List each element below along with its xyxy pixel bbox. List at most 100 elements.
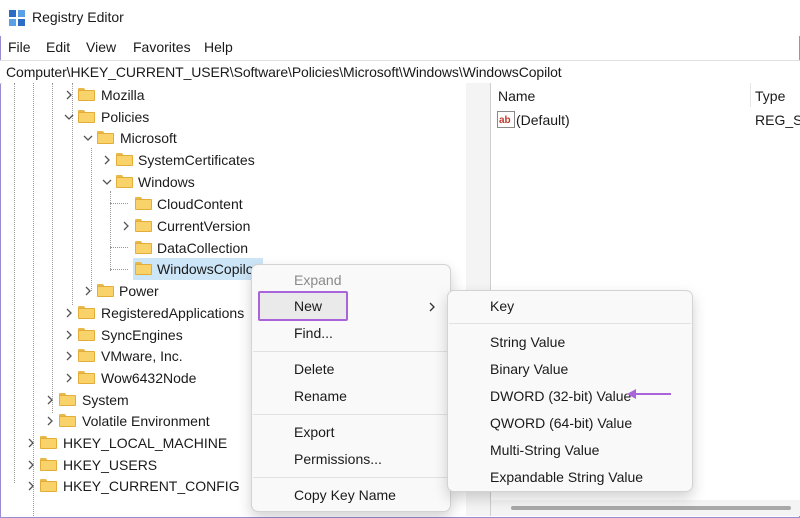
tree-node-label: System bbox=[82, 392, 129, 408]
folder-icon bbox=[78, 306, 95, 319]
svg-text:ab: ab bbox=[499, 115, 511, 126]
menu-edit[interactable]: Edit bbox=[46, 39, 70, 55]
folder-icon bbox=[116, 153, 133, 166]
tree-node-label: CurrentVersion bbox=[157, 218, 251, 234]
tree-guide-line bbox=[110, 203, 128, 204]
tree-node-label: SystemCertificates bbox=[138, 152, 255, 168]
scrollbar-thumb[interactable] bbox=[511, 506, 791, 510]
chevron-right-icon[interactable] bbox=[64, 90, 74, 100]
chevron-down-icon[interactable] bbox=[102, 177, 112, 187]
submenu-multi-string-value[interactable]: Multi-String Value bbox=[448, 437, 692, 463]
chevron-right-icon[interactable] bbox=[45, 416, 55, 426]
tree-node-label: Microsoft bbox=[120, 130, 177, 146]
folder-icon bbox=[40, 436, 57, 449]
tree-node-label: Windows bbox=[138, 174, 195, 190]
tree-node-windowscopilot[interactable]: WindowsCopilot bbox=[133, 258, 263, 280]
chevron-right-icon[interactable] bbox=[64, 373, 74, 383]
chevron-down-icon[interactable] bbox=[83, 133, 93, 143]
chevron-right-icon bbox=[429, 302, 435, 312]
folder-icon bbox=[78, 88, 95, 101]
tree-node-label: Volatile Environment bbox=[82, 413, 210, 429]
chevron-down-icon[interactable] bbox=[64, 112, 74, 122]
folder-icon bbox=[40, 479, 57, 492]
folder-icon bbox=[59, 414, 76, 427]
tree-node-label: HKEY_LOCAL_MACHINE bbox=[63, 435, 228, 451]
folder-icon bbox=[135, 241, 152, 254]
folder-icon bbox=[40, 458, 57, 471]
submenu-qword-value[interactable]: QWORD (64-bit) Value bbox=[448, 410, 692, 436]
tree-guide-line bbox=[110, 269, 128, 270]
tree-node-label: Power bbox=[119, 283, 159, 299]
tree-node-label: HKEY_CURRENT_CONFIG bbox=[63, 478, 240, 494]
tree-node-label: WindowsCopilot bbox=[157, 261, 258, 277]
tree-node-label: DataCollection bbox=[157, 240, 249, 256]
chevron-right-icon[interactable] bbox=[121, 221, 131, 231]
menu-separator bbox=[449, 323, 691, 324]
context-menu-export[interactable]: Export bbox=[252, 419, 450, 445]
menu-separator bbox=[253, 351, 449, 352]
context-menu-delete[interactable]: Delete bbox=[252, 356, 450, 382]
menu-help[interactable]: Help bbox=[204, 39, 233, 55]
tree-node-label: SyncEngines bbox=[101, 327, 183, 343]
context-menu-find[interactable]: Find... bbox=[252, 320, 450, 346]
context-menu: Expand New Find... Delete Rename Export … bbox=[251, 264, 451, 512]
folder-icon bbox=[78, 371, 95, 384]
submenu-binary-value[interactable]: Binary Value bbox=[448, 356, 692, 382]
chevron-right-icon[interactable] bbox=[102, 155, 112, 165]
context-menu-new[interactable]: New bbox=[252, 293, 450, 319]
window-title: Registry Editor bbox=[32, 9, 124, 25]
menu-bar: File Edit View Favorites Help bbox=[0, 36, 800, 60]
chevron-right-icon[interactable] bbox=[26, 460, 36, 470]
tree-node-label: HKEY_USERS bbox=[63, 457, 158, 473]
chevron-right-icon[interactable] bbox=[64, 308, 74, 318]
folder-icon bbox=[116, 175, 133, 188]
tree-node-label: CloudContent bbox=[157, 196, 243, 212]
chevron-right-icon[interactable] bbox=[64, 351, 74, 361]
submenu-expandable-string-value[interactable]: Expandable String Value bbox=[448, 464, 692, 490]
tree-guide-line bbox=[110, 247, 128, 248]
folder-icon bbox=[78, 110, 95, 123]
value-row-default[interactable]: ab (Default) REG_SZ bbox=[497, 109, 800, 131]
column-header-type[interactable]: Type bbox=[755, 88, 785, 104]
address-bar[interactable]: Computer\HKEY_CURRENT_USER\Software\Poli… bbox=[0, 60, 800, 84]
folder-icon bbox=[78, 328, 95, 341]
chevron-right-icon[interactable] bbox=[26, 438, 36, 448]
tree-node-label: Policies bbox=[101, 109, 150, 125]
value-name: (Default) bbox=[516, 112, 570, 128]
menu-view[interactable]: View bbox=[86, 39, 116, 55]
column-header-name[interactable]: Name bbox=[498, 88, 535, 104]
menu-file[interactable]: File bbox=[8, 39, 31, 55]
context-menu-permissions[interactable]: Permissions... bbox=[252, 446, 450, 472]
value-type: REG_SZ bbox=[755, 112, 800, 128]
folder-icon bbox=[135, 197, 152, 210]
folder-icon bbox=[97, 131, 114, 144]
annotation-arrow-icon bbox=[627, 389, 671, 399]
chevron-right-icon[interactable] bbox=[45, 395, 55, 405]
context-menu-rename[interactable]: Rename bbox=[252, 383, 450, 409]
context-menu-copy-key-name[interactable]: Copy Key Name bbox=[252, 482, 450, 508]
values-horizontal-scrollbar[interactable] bbox=[491, 500, 800, 516]
tree-node-label: Mozilla bbox=[101, 87, 145, 103]
address-path: Computer\HKEY_CURRENT_USER\Software\Poli… bbox=[6, 64, 562, 80]
folder-icon bbox=[135, 219, 152, 232]
tree-node-label: RegisteredApplications bbox=[101, 305, 245, 321]
tree-guide-line bbox=[14, 83, 15, 483]
tree-node-label: VMware, Inc. bbox=[101, 348, 183, 364]
tree-guide-line bbox=[91, 148, 92, 291]
chevron-right-icon[interactable] bbox=[64, 330, 74, 340]
folder-icon bbox=[135, 262, 152, 275]
menu-separator bbox=[253, 414, 449, 415]
chevron-right-icon[interactable] bbox=[26, 481, 36, 491]
submenu-key[interactable]: Key bbox=[448, 293, 692, 319]
tree-guide-line bbox=[33, 83, 34, 516]
menu-favorites[interactable]: Favorites bbox=[133, 39, 191, 55]
registry-editor-icon bbox=[9, 10, 25, 26]
column-separator[interactable] bbox=[750, 83, 751, 107]
chevron-right-icon[interactable] bbox=[83, 286, 93, 296]
submenu-string-value[interactable]: String Value bbox=[448, 329, 692, 355]
string-value-icon: ab bbox=[497, 111, 515, 128]
tree-guide-line bbox=[52, 83, 53, 413]
folder-icon bbox=[97, 284, 114, 297]
menu-separator bbox=[253, 477, 449, 478]
tree-node-label: Wow6432Node bbox=[101, 370, 197, 386]
